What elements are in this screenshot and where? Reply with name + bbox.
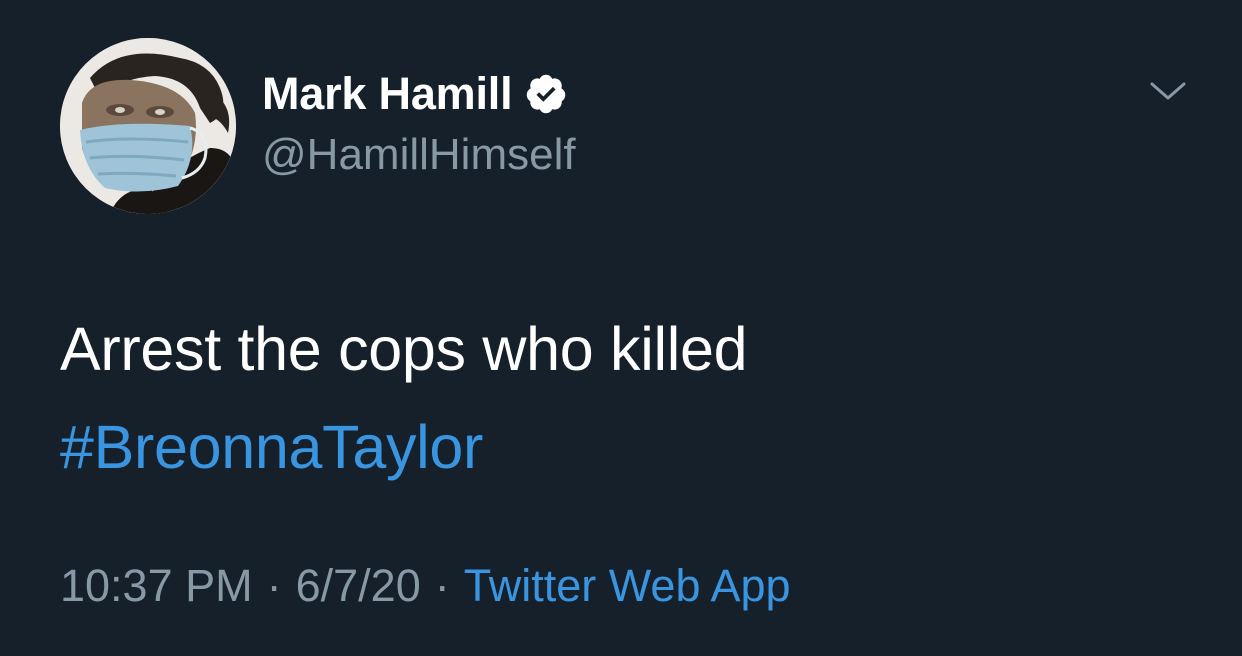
meta-separator: · <box>266 560 282 611</box>
tweet-card: Mark Hamill @HamillHimself Arrest the co… <box>0 0 1242 656</box>
tweet-source-link[interactable]: Twitter Web App <box>464 560 791 611</box>
meta-separator: · <box>434 560 450 611</box>
avatar-photo <box>60 38 236 214</box>
display-name[interactable]: Mark Hamill <box>262 68 513 120</box>
name-row: Mark Hamill <box>262 66 568 122</box>
chevron-down-icon[interactable] <box>1148 76 1188 108</box>
hashtag-link[interactable]: #BreonnaTaylor <box>60 398 1180 496</box>
avatar[interactable] <box>60 38 236 214</box>
tweet-time[interactable]: 10:37 PM <box>60 560 253 611</box>
tweet-text-line: Arrest the cops who killed <box>60 315 748 383</box>
tweet-date[interactable]: 6/7/20 <box>296 560 421 611</box>
user-handle[interactable]: @HamillHimself <box>262 130 576 180</box>
verified-badge-icon <box>524 72 568 116</box>
tweet-text: Arrest the cops who killed #BreonnaTaylo… <box>60 300 1180 496</box>
tweet-meta: 10:37 PM · 6/7/20 · Twitter Web App <box>60 560 791 612</box>
